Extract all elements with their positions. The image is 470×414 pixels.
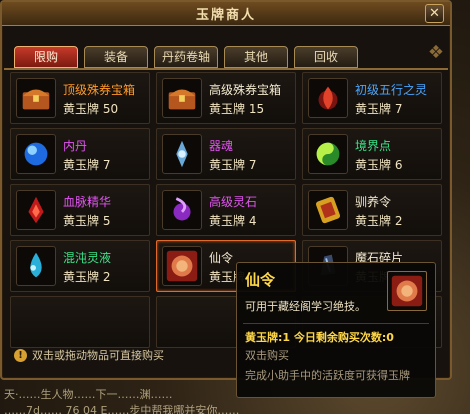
background-chat-line: 天·……生人物……下一……渊…… bbox=[4, 388, 173, 401]
spirit-stone-icon bbox=[162, 190, 202, 230]
taming-token-icon bbox=[308, 190, 348, 230]
item-price: 黄玉牌 7 bbox=[209, 158, 257, 172]
window-titlebar[interactable]: 玉牌商人 bbox=[2, 2, 450, 26]
shop-item-slot[interactable]: 初级五行之灵 黄玉牌 7 bbox=[302, 72, 442, 124]
item-name: 血脉精华 bbox=[63, 195, 112, 209]
shop-item-slot[interactable]: 器魂黄玉牌 7 bbox=[156, 128, 296, 180]
shop-item-slot[interactable]: 境界点黄玉牌 6 bbox=[302, 128, 442, 180]
item-price: 黄玉牌 7 bbox=[355, 102, 403, 116]
item-price: 黄玉牌 50 bbox=[63, 102, 119, 116]
ornament-icon: ❖ bbox=[427, 42, 444, 63]
shop-item-slot[interactable]: 血脉精华黄玉牌 5 bbox=[10, 184, 150, 236]
tab-bar: 限购 装备 丹药卷轴 其他 回收 bbox=[14, 46, 358, 68]
item-price: 黄玉牌 5 bbox=[63, 214, 111, 228]
shop-item-slot[interactable]: 内丹黄玉牌 7 bbox=[10, 128, 150, 180]
tooltip-source: 完成小助手中的活跃度可获得玉牌 bbox=[245, 369, 410, 382]
tooltip-action: 双击购买 bbox=[245, 349, 289, 362]
item-name: 初级五行之灵 bbox=[355, 83, 428, 97]
tab-recycle[interactable]: 回收 bbox=[294, 46, 358, 68]
purchase-hint: ! 双击或拖动物品可直接购买 bbox=[14, 347, 164, 363]
tab-limited[interactable]: 限购 bbox=[14, 46, 78, 68]
flame-spirit-icon bbox=[308, 78, 348, 118]
item-name: 内丹 bbox=[63, 139, 88, 153]
shop-item-slot[interactable]: 顶级殊券宝箱 黄玉牌 50 bbox=[10, 72, 150, 124]
tab-pills-scrolls[interactable]: 丹药卷轴 bbox=[154, 46, 218, 68]
info-icon: ! bbox=[14, 348, 27, 362]
tab-other[interactable]: 其他 bbox=[224, 46, 288, 68]
close-button[interactable]: ✕ bbox=[425, 4, 444, 23]
tooltip-price: 黄玉牌:1 今日剩余购买次数:0 bbox=[245, 331, 394, 344]
shop-item-slot[interactable]: 高级灵石黄玉牌 4 bbox=[156, 184, 296, 236]
item-price: 黄玉牌 7 bbox=[63, 158, 111, 172]
item-name: 高级殊券宝箱 bbox=[209, 83, 282, 97]
shop-item-slot[interactable]: 混沌灵液黄玉牌 2 bbox=[10, 240, 150, 292]
window-title: 玉牌商人 bbox=[195, 8, 256, 23]
item-name: 高级灵石 bbox=[209, 195, 258, 209]
item-price: 黄玉牌 6 bbox=[355, 158, 403, 172]
hint-text: 双击或拖动物品可直接购买 bbox=[32, 349, 164, 362]
immortal-token-icon bbox=[387, 271, 427, 311]
item-tooltip: 仙令 可用于藏经阁学习绝技。 黄玉牌:1 今日剩余购买次数:0 双击购买 完成小… bbox=[236, 262, 436, 398]
item-name: 顶级殊券宝箱 bbox=[63, 83, 136, 97]
weapon-soul-icon bbox=[162, 134, 202, 174]
shop-item-slot[interactable]: 高级殊券宝箱 黄玉牌 15 bbox=[156, 72, 296, 124]
item-price: 黄玉牌 4 bbox=[209, 214, 257, 228]
item-price: 黄玉牌 15 bbox=[209, 102, 265, 116]
spirit-liquid-icon bbox=[16, 246, 56, 286]
empty-item-slot[interactable] bbox=[10, 296, 150, 348]
item-price: 黄玉牌 2 bbox=[63, 270, 111, 284]
treasure-chest-icon bbox=[162, 78, 202, 118]
item-name: 仙令 bbox=[209, 251, 234, 265]
treasure-chest-icon bbox=[16, 78, 56, 118]
item-name: 混沌灵液 bbox=[63, 251, 112, 265]
yin-yang-icon bbox=[308, 134, 348, 174]
tab-divider bbox=[4, 68, 448, 70]
item-name: 器魂 bbox=[209, 139, 234, 153]
immortal-token-icon bbox=[162, 246, 202, 286]
item-name: 境界点 bbox=[355, 139, 392, 153]
blue-orb-icon bbox=[16, 134, 56, 174]
blood-essence-icon bbox=[16, 190, 56, 230]
item-price: 黄玉牌 2 bbox=[355, 214, 403, 228]
tooltip-divider bbox=[243, 323, 429, 324]
background-chat-line: ……7d…… 76 04 E……步中帮我哪并安你…… bbox=[4, 404, 240, 414]
tab-equipment[interactable]: 装备 bbox=[84, 46, 148, 68]
shop-item-slot[interactable]: 驯养令黄玉牌 2 bbox=[302, 184, 442, 236]
item-name: 驯养令 bbox=[355, 195, 392, 209]
